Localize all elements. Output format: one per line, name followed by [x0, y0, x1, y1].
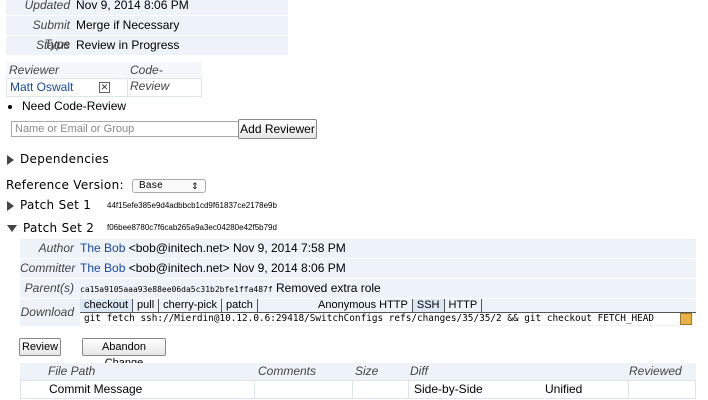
reviewer-table: Reviewer Code-Review Matt Oswalt ✕ [6, 62, 202, 97]
expand-arrow-icon [7, 200, 14, 211]
select-arrows-icon: ⇕ [191, 180, 199, 191]
patch-set-2-toggle[interactable]: Patch Set 2 [7, 221, 94, 235]
reference-version-select[interactable]: Base ⇕ [131, 178, 206, 193]
parent-hash-link[interactable]: ca15a9105aaa93e88ee06da5c31b2bfe1ffa487f [80, 285, 273, 294]
info-value: Review in Progress [76, 38, 180, 52]
author-row: Author The Bob <bob@initech.net> Nov 9, … [20, 239, 696, 259]
author-link[interactable]: The Bob [80, 241, 125, 255]
patch-set-2-label: Patch Set 2 [23, 221, 95, 235]
reviewer-column-header: Reviewer [9, 63, 60, 77]
change-info-table: Updated Nov 9, 2014 8:06 PM Submit Type … [6, 0, 288, 56]
author-key: Author [38, 241, 74, 255]
author-detail: <bob@initech.net> Nov 9, 2014 7:58 PM [128, 241, 346, 255]
reviewer-name-link[interactable]: Matt Oswalt [10, 80, 73, 94]
committer-key: Committer [20, 261, 76, 275]
download-command-field[interactable]: git fetch ssh://Mierdin@10.12.0.6:29418/… [80, 312, 696, 325]
reviewer-row: Matt Oswalt ✕ [6, 78, 202, 97]
bullet-icon [8, 104, 12, 109]
file-path-header: File Path [48, 364, 96, 378]
size-cell [352, 381, 408, 398]
info-row-updated: Updated Nov 9, 2014 8:06 PM [6, 0, 288, 16]
patch-set-1-toggle[interactable]: Patch Set 1 [7, 198, 91, 212]
tab-cherry-pick[interactable]: cherry-pick [159, 299, 222, 312]
diff-header-2 [536, 363, 624, 380]
reviewer-search-input[interactable]: Name or Email or Group [11, 121, 242, 137]
code-review-column-header: Code-Review [130, 63, 170, 93]
reviewed-header: Reviewed [629, 364, 682, 378]
file-path-link[interactable]: Commit Message [35, 381, 254, 398]
committer-detail: <bob@initech.net> Nov 9, 2014 8:06 PM [128, 261, 346, 275]
patch-set-details: Author The Bob <bob@initech.net> Nov 9, … [20, 239, 696, 326]
download-protocol-tabs: Anonymous HTTP SSH HTTP [314, 299, 483, 312]
reference-version: Reference Version: Base ⇕ [6, 178, 206, 193]
parent-message: Removed extra role [276, 281, 381, 295]
side-by-side-link[interactable]: Side-by-Side [408, 381, 540, 398]
parent-value: ca15a9105aaa93e88ee06da5c31b2bfe1ffa487f… [78, 279, 381, 298]
collapse-arrow-icon [7, 225, 17, 232]
author-value: The Bob <bob@initech.net> Nov 9, 2014 7:… [78, 239, 346, 258]
info-key: Updated [24, 0, 70, 12]
tab-ssh[interactable]: SSH [412, 299, 445, 312]
info-key: Status [35, 38, 70, 52]
file-table-header: File Path Comments Size Diff Reviewed [20, 363, 696, 380]
parent-key: Parent(s) [24, 281, 74, 295]
remove-reviewer-icon[interactable]: ✕ [99, 82, 110, 93]
tab-pull[interactable]: pull [133, 299, 160, 312]
copy-clipboard-icon[interactable] [680, 313, 692, 325]
reference-version-label: Reference Version: [6, 178, 124, 192]
info-row-status: Status Review in Progress [6, 36, 288, 56]
patch-set-1-hash: 44f15efe385e9d4adbbcb1cd9f61837ce2178e9b [107, 201, 277, 210]
committer-link[interactable]: The Bob [80, 261, 125, 275]
dependencies-toggle[interactable]: Dependencies [7, 152, 109, 166]
dependencies-label: Dependencies [20, 152, 110, 166]
code-review-cell [127, 79, 201, 96]
size-header: Size [355, 364, 379, 378]
tab-http[interactable]: HTTP [445, 299, 483, 312]
committer-row: Committer The Bob <bob@initech.net> Nov … [20, 259, 696, 279]
info-value: Nov 9, 2014 8:06 PM [76, 0, 189, 12]
parent-row: Parent(s) ca15a9105aaa93e88ee06da5c31b2b… [20, 279, 696, 299]
reviewer-cell: Matt Oswalt ✕ [7, 79, 127, 96]
review-button[interactable]: Review [19, 338, 61, 356]
info-value: Merge if Necessary [76, 18, 180, 32]
download-key: Download [20, 305, 74, 319]
tab-patch[interactable]: patch [222, 299, 258, 312]
tab-anonymous-http[interactable]: Anonymous HTTP [314, 299, 413, 312]
patch-set-1-label: Patch Set 1 [20, 198, 92, 212]
reviewer-table-header: Reviewer Code-Review [6, 62, 202, 93]
info-key: Submit Type [32, 18, 70, 51]
add-reviewer-button[interactable]: Add Reviewer [238, 119, 317, 139]
reviewed-cell[interactable] [628, 381, 695, 398]
need-code-review-label: Need Code-Review [22, 99, 127, 113]
row-pointer-cell [21, 381, 35, 398]
abandon-change-button[interactable]: Abandon Change [82, 338, 166, 369]
reference-version-selected: Base [138, 179, 163, 191]
need-code-review-item: Need Code-Review [8, 99, 126, 113]
comments-cell [254, 381, 352, 398]
download-row: Download checkout pull cherry-pick patch… [20, 299, 696, 326]
download-command-tabs: checkout pull cherry-pick patch [80, 299, 258, 312]
file-table: File Path Comments Size Diff Reviewed Co… [20, 363, 696, 399]
patch-set-2-hash: f06bee8780c7f6cab265a9a3ec04280e42f5b79d [107, 223, 277, 232]
expand-arrow-icon [7, 154, 14, 165]
committer-value: The Bob <bob@initech.net> Nov 9, 2014 8:… [78, 259, 346, 278]
diff-header: Diff [410, 364, 428, 378]
info-row-submit-type: Submit Type Merge if Necessary [6, 16, 288, 51]
tab-checkout[interactable]: checkout [80, 299, 134, 312]
download-area: checkout pull cherry-pick patch Anonymou… [78, 299, 696, 326]
unified-link[interactable]: Unified [540, 381, 628, 398]
comments-header: Comments [258, 364, 317, 378]
file-row: Commit Message Side-by-Side Unified [20, 380, 696, 399]
